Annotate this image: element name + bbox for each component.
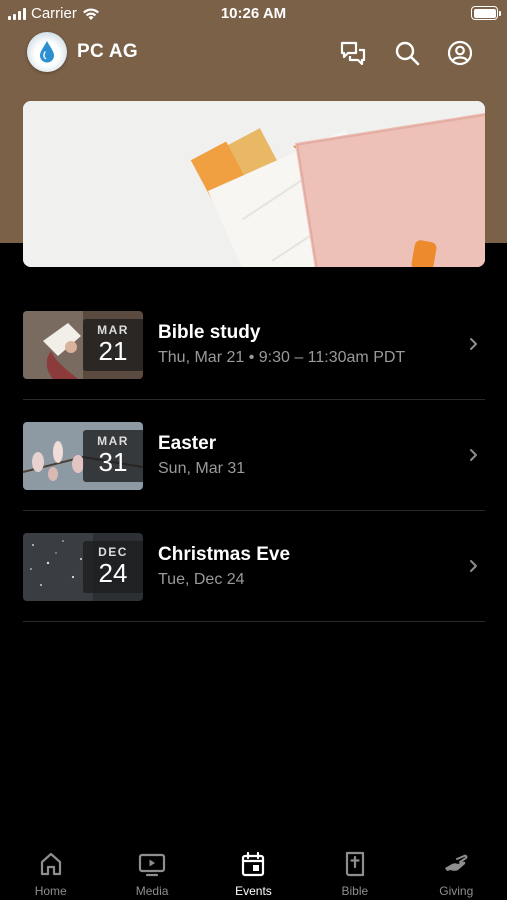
tab-bar: Home Media Events Bible Giving xyxy=(0,838,507,900)
event-title: Christmas Eve xyxy=(158,544,291,565)
tab-label: Events xyxy=(235,884,272,898)
date-day: 31 xyxy=(98,447,128,477)
chevron-right-icon xyxy=(470,449,477,461)
app-header: PC AG xyxy=(0,30,507,76)
battery-icon xyxy=(471,6,501,20)
date-month: MAR xyxy=(97,434,129,448)
hero-banner-image[interactable] xyxy=(23,101,485,267)
event-thumbnail: DEC 24 xyxy=(23,533,143,601)
event-row-easter[interactable]: MAR 31 Easter Sun, Mar 31 xyxy=(23,400,485,511)
tab-label: Home xyxy=(34,884,67,898)
tab-giving[interactable]: Giving xyxy=(406,838,507,900)
app-title: PC AG xyxy=(77,41,138,62)
date-badge: MAR 31 xyxy=(83,430,143,482)
event-thumbnail: MAR 21 xyxy=(23,311,143,379)
event-row-bible-study[interactable]: MAR 21 Bible study Thu, Mar 21 • 9:30 – … xyxy=(23,289,485,400)
event-title: Easter xyxy=(158,433,217,454)
event-date: Sun, Mar 31 xyxy=(158,460,246,477)
event-thumbnail: MAR 31 xyxy=(23,422,143,490)
event-list: MAR 21 Bible study Thu, Mar 21 • 9:30 – … xyxy=(23,289,485,622)
church-logo[interactable] xyxy=(27,32,67,72)
event-date-time: Thu, Mar 21 • 9:30 – 11:30am PDT xyxy=(158,349,406,366)
tab-label: Media xyxy=(135,884,169,898)
date-month: DEC xyxy=(98,545,128,559)
tab-bible[interactable]: Bible xyxy=(304,838,405,900)
tab-media[interactable]: Media xyxy=(101,838,202,900)
event-title: Bible study xyxy=(158,322,261,343)
date-month: MAR xyxy=(97,323,129,337)
tab-home[interactable]: Home xyxy=(0,838,101,900)
calendar-icon xyxy=(242,851,265,877)
account-icon xyxy=(447,40,473,66)
hero-illustration xyxy=(23,101,485,267)
tab-events[interactable]: Events xyxy=(203,838,304,900)
bible-icon xyxy=(345,851,364,877)
date-day: 21 xyxy=(98,336,128,366)
search-button[interactable] xyxy=(392,38,422,68)
home-icon xyxy=(40,852,61,876)
event-row-christmas-eve[interactable]: DEC 24 Christmas Eve Tue, Dec 24 xyxy=(23,511,485,622)
status-bar: Carrier 10:26 AM xyxy=(0,0,507,28)
date-badge: MAR 21 xyxy=(83,319,143,371)
chat-button[interactable] xyxy=(338,38,368,68)
date-day: 24 xyxy=(98,558,128,588)
tab-label: Giving xyxy=(439,884,474,898)
tab-label: Bible xyxy=(341,884,369,898)
status-time: 10:26 AM xyxy=(220,5,287,22)
chevron-right-icon xyxy=(470,338,477,350)
date-badge: DEC 24 xyxy=(83,541,143,593)
chat-icon xyxy=(340,41,366,66)
tv-icon xyxy=(138,853,166,877)
account-button[interactable] xyxy=(445,38,475,68)
search-icon xyxy=(395,41,420,66)
event-date: Tue, Dec 24 xyxy=(158,571,245,588)
chevron-right-icon xyxy=(470,560,477,572)
water-drop-icon xyxy=(40,41,54,63)
giving-hand-icon xyxy=(445,854,468,871)
